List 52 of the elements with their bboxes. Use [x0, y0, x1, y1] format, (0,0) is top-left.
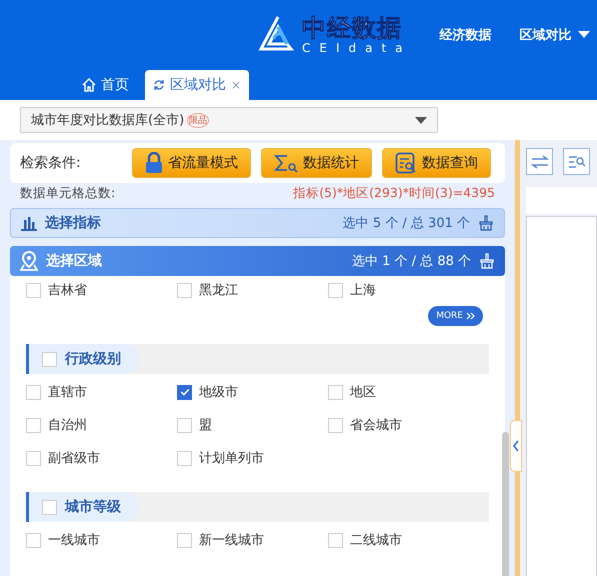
chevron-left-icon	[513, 440, 519, 452]
clear-icon[interactable]	[479, 253, 495, 269]
checkbox-label[interactable]: 副省级市	[48, 449, 100, 467]
checkbox-label[interactable]: 二线城市	[350, 531, 402, 549]
action-button[interactable]: 数据查询	[382, 148, 491, 178]
checkbox-label[interactable]: 吉林省	[48, 281, 87, 299]
checkbox[interactable]	[177, 384, 192, 400]
nav-link[interactable]: 经济数据	[440, 26, 492, 44]
checkbox-label[interactable]: 盟	[199, 416, 212, 434]
logo-subtitle: CEIdata	[302, 41, 412, 55]
group-header[interactable]: 行政级别	[26, 344, 139, 374]
home-icon	[82, 78, 96, 92]
checkmark-icon	[178, 386, 190, 398]
panel-header[interactable]: 选择区域 选中 1 个 / 总 88 个	[10, 246, 505, 276]
tab[interactable]: 首页	[74, 70, 137, 100]
checkbox-label[interactable]: 省会城市	[350, 416, 402, 434]
checkbox-label[interactable]: 地区	[350, 383, 376, 401]
panel-header[interactable]: 选择指标 选中 5 个 / 总 301 个	[10, 208, 505, 238]
location-pin-icon	[20, 251, 38, 271]
checkbox-label[interactable]: 自治州	[48, 416, 87, 434]
checkbox-label[interactable]: 黑龙江	[199, 281, 238, 299]
swap-icon[interactable]	[526, 148, 553, 175]
group-header[interactable]: 城市等级	[26, 492, 139, 522]
checkbox-label[interactable]: 新一线城市	[199, 531, 264, 549]
cell-count-label: 数据单元格总数:	[20, 185, 116, 202]
clear-icon[interactable]	[478, 215, 494, 231]
database-select[interactable]: 城市年度对比数据库(全市) 限品	[20, 107, 438, 133]
caret-icon[interactable]	[578, 31, 590, 39]
checkbox-label[interactable]: 一线城市	[48, 531, 100, 549]
checkbox-label[interactable]: 地级市	[199, 383, 238, 401]
sigma-search-icon	[274, 153, 298, 173]
logo-text: 中经数据	[302, 15, 403, 41]
action-button[interactable]: 数据统计	[261, 148, 372, 178]
limited-badge: 限品	[187, 112, 210, 128]
double-chevron-icon	[466, 312, 475, 320]
search-label: 检索条件:	[20, 154, 82, 172]
refresh-icon	[153, 79, 165, 91]
tab[interactable]: 区域对比 ×	[145, 70, 250, 100]
filter-search-icon[interactable]	[563, 148, 590, 175]
more-button[interactable]: MORE	[428, 306, 483, 326]
checkbox-label[interactable]: 上海	[350, 281, 376, 299]
checkbox-label[interactable]: 直辖市	[48, 383, 87, 401]
nav-link[interactable]: 区域对比	[520, 26, 572, 44]
bar-chart-icon	[21, 215, 37, 231]
scrollbar-thumb[interactable]	[502, 432, 509, 576]
dropdown-caret-icon[interactable]	[415, 116, 427, 124]
lock-icon	[145, 152, 163, 174]
action-button[interactable]: 省流量模式	[132, 148, 251, 178]
collapse-handle[interactable]	[510, 420, 522, 472]
cell-count-formula: 指标(5)*地区(293)*时间(3)=4395	[293, 185, 495, 202]
document-search-icon	[395, 152, 417, 174]
checkbox-label[interactable]: 计划单列市	[199, 449, 264, 467]
